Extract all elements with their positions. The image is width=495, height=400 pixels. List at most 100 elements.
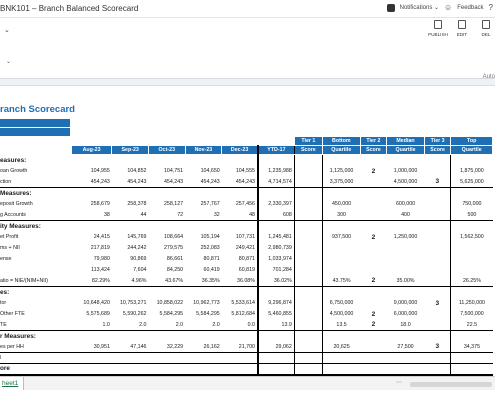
ytd-value-cell[interactable]: 29,062: [256, 341, 295, 353]
month-value-cell[interactable]: [222, 221, 258, 232]
month-value-cell[interactable]: 10,648,420: [71, 298, 112, 309]
month-value-cell[interactable]: 108,664: [149, 232, 186, 243]
month-value-cell[interactable]: 80,871: [222, 254, 258, 265]
month-value-cell[interactable]: 244,242: [112, 243, 149, 254]
row-label[interactable]: ense: [0, 254, 71, 265]
chevron-down-icon[interactable]: ⌄: [6, 58, 11, 65]
top-quartile-cell[interactable]: 26.25%: [450, 275, 493, 287]
median-quartile-cell[interactable]: 1,250,000: [387, 232, 425, 243]
tier3-score-cell[interactable]: [424, 253, 452, 265]
median-quartile-cell[interactable]: [387, 331, 425, 342]
bottom-quartile-cell[interactable]: 937,500: [322, 232, 360, 243]
month-value-cell[interactable]: 79,980: [71, 254, 112, 265]
top-quartile-cell[interactable]: 5,625,000: [450, 176, 493, 188]
median-quartile-cell[interactable]: [386, 363, 425, 376]
top-quartile-cell[interactable]: [450, 363, 493, 376]
ytd-value-cell[interactable]: 2,980,739: [256, 242, 295, 254]
tier1-score-cell[interactable]: [294, 231, 323, 243]
bottom-quartile-cell[interactable]: [322, 265, 360, 276]
smiley-icon[interactable]: ☺: [444, 3, 452, 12]
month-value-cell[interactable]: 454,243: [111, 176, 149, 188]
month-value-cell[interactable]: 60,419: [185, 265, 222, 276]
median-quartile-cell[interactable]: [387, 243, 425, 254]
month-value-cell[interactable]: 80,871: [185, 254, 222, 265]
row-label[interactable]: es:: [0, 287, 71, 298]
row-label[interactable]: et Profit: [0, 232, 71, 243]
tier3-score-cell[interactable]: 3: [424, 176, 452, 188]
month-value-cell[interactable]: 279,575: [149, 243, 186, 254]
tier1-score-cell[interactable]: [294, 154, 323, 166]
month-value-cell[interactable]: 454,243: [148, 176, 186, 188]
ytd-value-cell[interactable]: 608: [256, 209, 295, 221]
row-label[interactable]: g Accounts: [0, 209, 72, 221]
month-value-cell[interactable]: 5,533,614: [222, 298, 258, 309]
month-value-cell[interactable]: 32: [185, 209, 222, 221]
month-value-cell[interactable]: 82.29%: [71, 275, 112, 287]
row-label[interactable]: oan Growth: [0, 166, 71, 177]
tier3-score-cell[interactable]: [424, 187, 452, 199]
month-value-cell[interactable]: 10,858,022: [149, 298, 186, 309]
bottom-quartile-cell[interactable]: 4,500,000: [322, 309, 360, 320]
month-value-cell[interactable]: 5,812,684: [222, 309, 258, 320]
median-quartile-cell[interactable]: [387, 221, 425, 232]
tier2-score-cell[interactable]: [360, 265, 386, 276]
top-quartile-cell[interactable]: 34,375: [450, 341, 493, 353]
top-quartile-cell[interactable]: 1,875,000: [451, 166, 493, 177]
bottom-quartile-cell[interactable]: 13.5: [322, 319, 361, 331]
tier3-score-cell[interactable]: [424, 352, 452, 364]
month-value-cell[interactable]: 7,604: [112, 265, 149, 276]
month-value-cell[interactable]: [71, 331, 112, 342]
ytd-value-cell[interactable]: [256, 352, 295, 364]
tier1-score-cell[interactable]: [294, 275, 323, 287]
bottom-quartile-cell[interactable]: [322, 188, 360, 199]
month-value-cell[interactable]: [112, 287, 149, 298]
month-value-cell[interactable]: [111, 363, 149, 376]
ytd-value-cell[interactable]: 5,460,855: [256, 308, 295, 320]
ytd-value-cell[interactable]: 1,245,481: [256, 231, 295, 243]
tier1-score-cell[interactable]: [294, 220, 323, 232]
tier2-score-cell[interactable]: 2: [360, 309, 386, 320]
top-quartile-cell[interactable]: [451, 287, 493, 298]
month-value-cell[interactable]: 84,250: [149, 265, 186, 276]
month-value-cell[interactable]: 32,229: [148, 341, 186, 353]
month-value-cell[interactable]: 36.35%: [185, 275, 222, 287]
top-quartile-cell[interactable]: [451, 155, 493, 166]
horizontal-scrollbar[interactable]: [410, 382, 492, 387]
median-quartile-cell[interactable]: 35.00%: [386, 275, 425, 287]
tier2-score-cell[interactable]: [360, 287, 386, 298]
month-value-cell[interactable]: 47,146: [111, 341, 149, 353]
ytd-value-cell[interactable]: [256, 330, 295, 342]
top-quartile-cell[interactable]: 11,250,000: [451, 298, 493, 309]
ytd-value-cell[interactable]: 13.9: [256, 319, 295, 331]
month-value-cell[interactable]: [222, 331, 258, 342]
top-quartile-cell[interactable]: [451, 188, 493, 199]
month-value-cell[interactable]: [185, 155, 222, 166]
tier1-score-cell[interactable]: [294, 187, 323, 199]
month-value-cell[interactable]: 48: [221, 209, 258, 221]
month-value-cell[interactable]: 2.0: [111, 319, 149, 331]
row-label[interactable]: atio = NIE/(NIM+NII): [0, 275, 72, 287]
median-quartile-cell[interactable]: 6,000,000: [387, 309, 425, 320]
top-quartile-cell[interactable]: [451, 243, 493, 254]
month-value-cell[interactable]: [148, 352, 186, 364]
tier2-score-cell[interactable]: [360, 155, 386, 166]
month-value-cell[interactable]: 60,819: [222, 265, 258, 276]
row-label[interactable]: ore: [0, 363, 72, 376]
help-icon[interactable]: ?: [489, 3, 493, 12]
tier3-score-cell[interactable]: [424, 330, 452, 342]
month-value-cell[interactable]: 258,679: [71, 199, 112, 210]
month-value-cell[interactable]: 454,243: [71, 176, 112, 188]
row-label[interactable]: es per HH: [0, 341, 72, 353]
tier3-score-cell[interactable]: [424, 308, 452, 320]
month-value-cell[interactable]: [112, 331, 149, 342]
tier3-score-cell[interactable]: 3: [424, 297, 452, 309]
top-quartile-cell[interactable]: 750,000: [451, 199, 493, 210]
bottom-quartile-cell[interactable]: [322, 352, 361, 364]
tier2-score-cell[interactable]: [360, 298, 386, 309]
bell-icon[interactable]: [386, 3, 395, 12]
month-value-cell[interactable]: 4.96%: [111, 275, 149, 287]
month-value-cell[interactable]: 257,456: [222, 199, 258, 210]
month-value-cell[interactable]: 105,194: [185, 232, 222, 243]
median-quartile-cell[interactable]: [387, 155, 425, 166]
median-quartile-cell[interactable]: [387, 265, 425, 276]
